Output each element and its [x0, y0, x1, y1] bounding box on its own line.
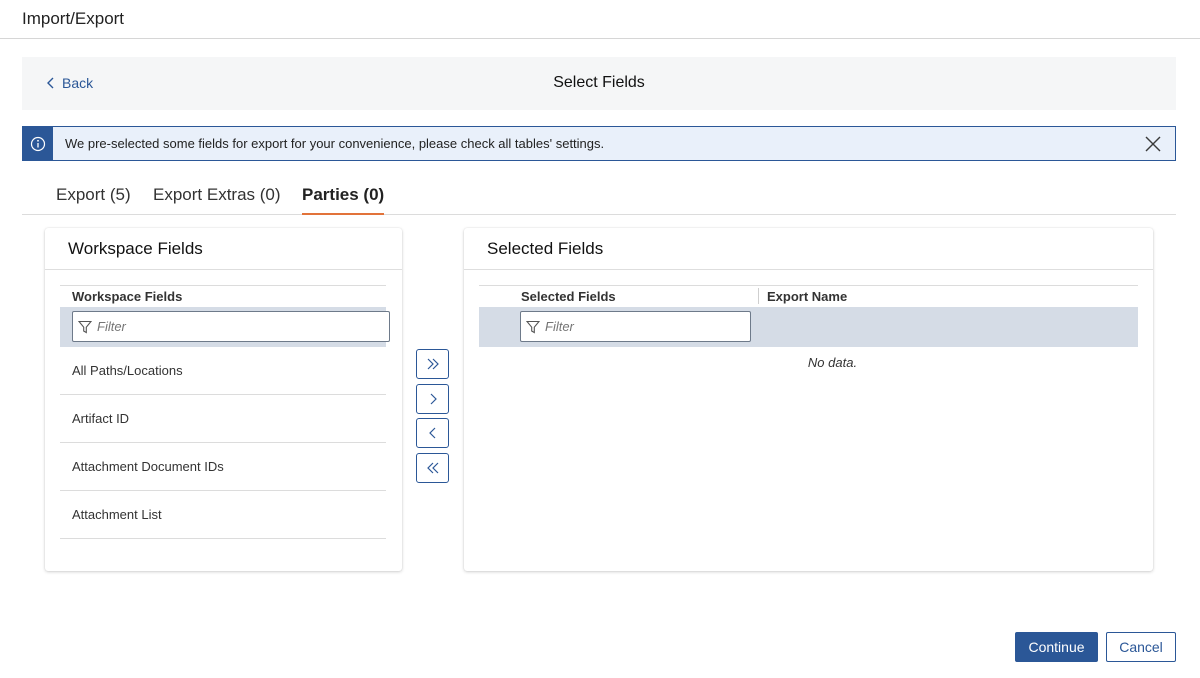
- divider: [60, 285, 386, 286]
- panel-title: Selected Fields: [487, 239, 604, 258]
- move-all-left-button[interactable]: [416, 453, 449, 483]
- filter-row: [479, 307, 1138, 347]
- list-item[interactable]: Artifact ID: [60, 395, 386, 443]
- list-item[interactable]: All Paths/Locations: [60, 347, 386, 395]
- page-title: Select Fields: [553, 74, 645, 91]
- workspace-fields-panel: Workspace Fields Workspace Fields All Pa…: [45, 228, 402, 571]
- selected-filter-input[interactable]: [520, 311, 751, 342]
- column-header: Workspace Fields: [72, 289, 183, 304]
- move-left-button[interactable]: [416, 418, 449, 448]
- divider: [464, 269, 1153, 270]
- info-icon: [23, 127, 53, 160]
- app-header: Import/Export: [0, 0, 1200, 39]
- filter-icon: [526, 320, 540, 334]
- workspace-filter-input[interactable]: [72, 311, 390, 342]
- double-chevron-right-icon: [427, 358, 439, 370]
- page-subheader: Back Select Fields: [22, 57, 1176, 110]
- list-item[interactable]: Attachment Document IDs: [60, 443, 386, 491]
- filter-row: [60, 307, 390, 347]
- banner-message: We pre-selected some fields for export f…: [65, 136, 605, 151]
- column-header-export-name: Export Name: [767, 289, 848, 304]
- move-all-right-button[interactable]: [416, 349, 449, 379]
- chevron-left-icon: [428, 427, 435, 439]
- divider: [45, 269, 402, 270]
- column-header-selected-fields: Selected Fields: [521, 289, 616, 304]
- continue-button[interactable]: Continue: [1015, 632, 1098, 662]
- tab-parties[interactable]: Parties (0): [302, 185, 385, 215]
- tab-export[interactable]: Export (5): [56, 185, 131, 213]
- tab-bar: Export (5) Export Extras (0) Parties (0): [22, 181, 1176, 215]
- empty-state-text: No data.: [807, 355, 858, 370]
- info-banner: We pre-selected some fields for export f…: [22, 126, 1176, 161]
- column-separator: [758, 288, 759, 304]
- selected-fields-panel: Selected Fields Selected Fields Export N…: [464, 228, 1153, 571]
- divider: [479, 285, 1138, 286]
- list-item[interactable]: Attachment List: [60, 491, 386, 539]
- close-icon[interactable]: [1143, 134, 1163, 154]
- filter-icon: [78, 320, 92, 334]
- app-title: Import/Export: [22, 9, 125, 28]
- chevron-right-icon: [430, 393, 437, 405]
- panel-title: Workspace Fields: [68, 239, 203, 258]
- move-right-button[interactable]: [416, 384, 449, 414]
- double-chevron-left-icon: [426, 462, 438, 474]
- tab-export-extras[interactable]: Export Extras (0): [153, 185, 281, 213]
- cancel-button[interactable]: Cancel: [1106, 632, 1176, 662]
